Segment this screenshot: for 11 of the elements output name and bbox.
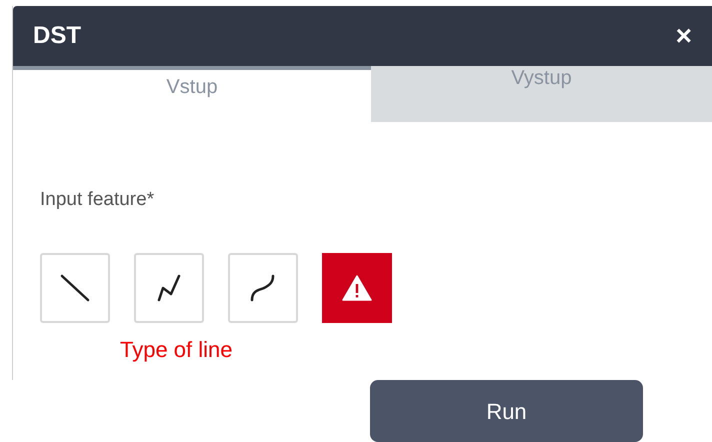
annotation-text: Type of line bbox=[120, 338, 234, 360]
input-feature-label: Input feature* bbox=[40, 188, 156, 212]
close-button[interactable]: × bbox=[676, 22, 692, 50]
zigzag-line-icon bbox=[157, 274, 181, 302]
line-type-button[interactable] bbox=[134, 252, 204, 322]
warning-icon bbox=[342, 274, 372, 300]
warning-button[interactable] bbox=[322, 252, 392, 322]
window-title: DST bbox=[33, 21, 81, 51]
run-button[interactable]: Run bbox=[370, 380, 643, 442]
straight-line-icon bbox=[60, 274, 90, 302]
curved-line-icon bbox=[250, 274, 276, 302]
